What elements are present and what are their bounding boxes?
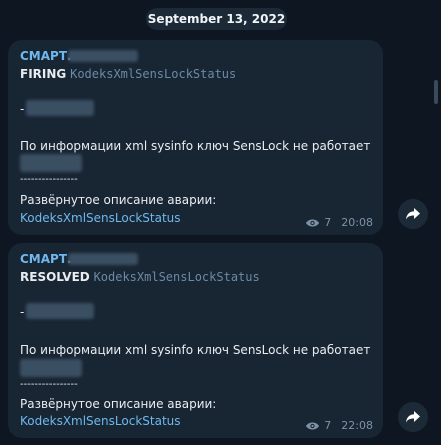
dash-text: - (20, 305, 25, 319)
message-time: 20:08 (341, 216, 373, 229)
alert-header: FIRING KodeksXmlSensLockStatus (20, 67, 236, 81)
separator: ---------------- (20, 379, 78, 390)
share-arrow-icon (406, 208, 420, 220)
message-meta: 7 22:08 (305, 419, 373, 432)
alert-status: FIRING (20, 67, 67, 81)
details-link[interactable]: KodeksXmlSensLockStatus (20, 414, 181, 428)
alert-status: RESOLVED (20, 270, 90, 284)
redacted-text (68, 253, 138, 265)
view-count: 7 (324, 419, 332, 432)
scrollbar-thumb[interactable] (434, 80, 438, 104)
alert-description: По информации xml sysinfo ключ SensLock … (20, 343, 371, 357)
share-button[interactable] (398, 199, 428, 229)
eye-icon (306, 218, 320, 227)
redacted-text (20, 154, 82, 172)
redacted-text (26, 100, 94, 116)
dash-text: - (20, 102, 25, 116)
eye-icon (306, 421, 320, 430)
details-label: Развёрнутое описание аварии: (20, 397, 217, 411)
sender-name[interactable]: СМАРТ. (20, 49, 72, 63)
details-label: Развёрнутое описание аварии: (20, 193, 217, 207)
alert-name: KodeksXmlSensLockStatus (70, 67, 237, 81)
details-link[interactable]: KodeksXmlSensLockStatus (20, 211, 181, 225)
share-arrow-icon (406, 411, 420, 423)
view-count: 7 (324, 216, 332, 229)
redacted-text (20, 359, 82, 377)
message-meta: 7 20:08 (305, 216, 373, 229)
message-bubble[interactable]: СМАРТ. FIRING KodeksXmlSensLockStatus - … (8, 40, 383, 235)
message-bubble[interactable]: СМАРТ. RESOLVED KodeksXmlSensLockStatus … (8, 243, 383, 438)
separator: ---------------- (20, 174, 78, 185)
scrollbar[interactable] (433, 0, 441, 445)
message-time: 22:08 (341, 419, 373, 432)
redacted-text (68, 50, 138, 62)
sender-name[interactable]: СМАРТ. (20, 252, 72, 266)
alert-description: По информации xml sysinfo ключ SensLock … (20, 139, 371, 153)
alert-name: KodeksXmlSensLockStatus (93, 270, 260, 284)
date-divider: September 13, 2022 (146, 8, 287, 30)
redacted-text (26, 303, 94, 319)
alert-header: RESOLVED KodeksXmlSensLockStatus (20, 270, 260, 284)
share-button[interactable] (398, 402, 428, 432)
